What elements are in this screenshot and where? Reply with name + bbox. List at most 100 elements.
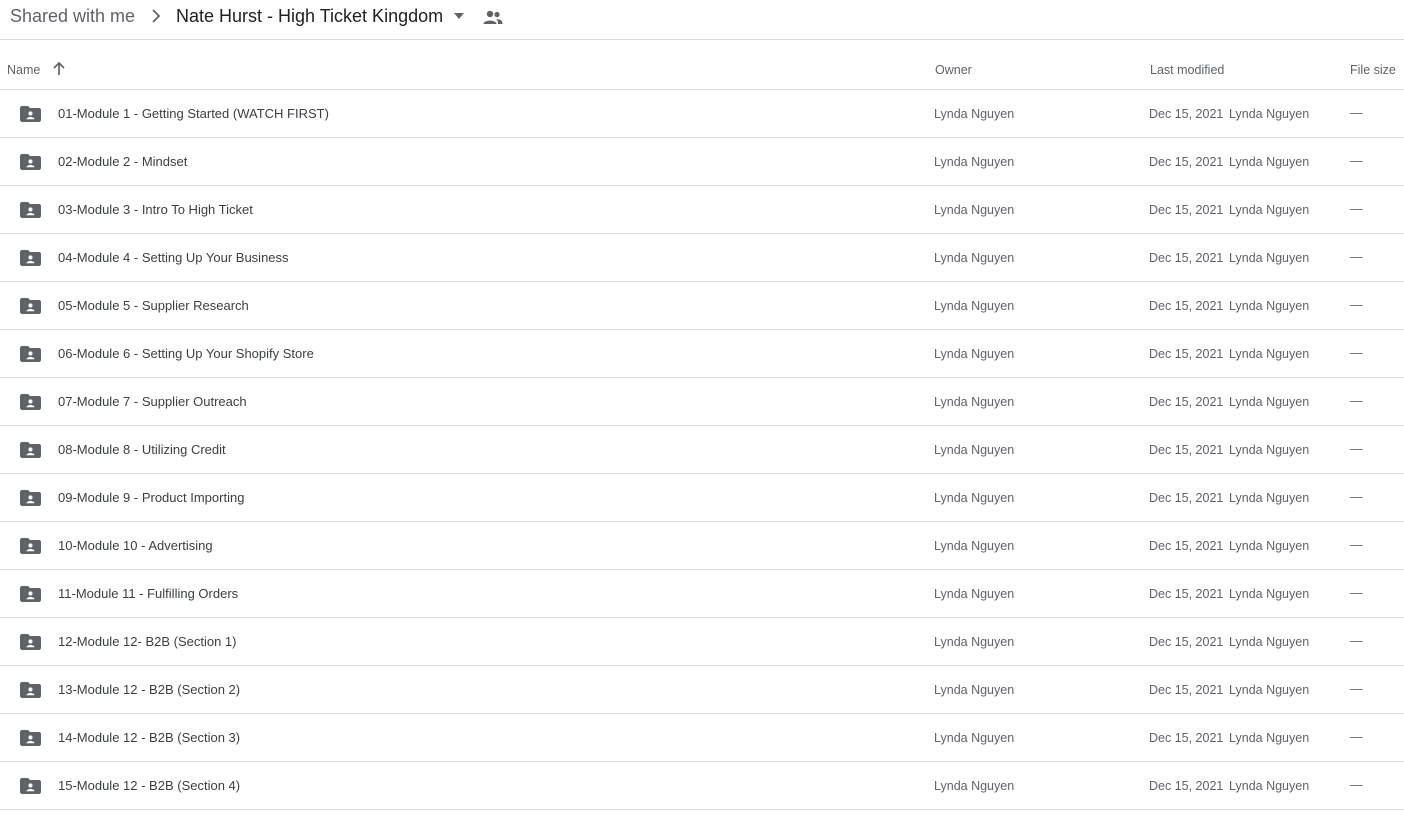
file-size: —: [1350, 106, 1363, 120]
file-modified-by: Lynda Nguyen: [1229, 443, 1310, 457]
file-modified-by: Lynda Nguyen: [1229, 395, 1310, 409]
file-name: 11-Module 11 - Fulfilling Orders: [58, 586, 239, 601]
file-owner: Lynda Nguyen: [934, 539, 1015, 553]
file-size: —: [1350, 490, 1363, 504]
file-owner: Lynda Nguyen: [934, 635, 1015, 649]
shared-folder-icon: [20, 346, 41, 362]
shared-folder-icon: [20, 538, 41, 554]
file-list-header: Name Owner Last modified File size: [0, 41, 1404, 90]
shared-folder-icon: [20, 106, 41, 122]
table-row[interactable]: 04-Module 4 - Setting Up Your Business L…: [0, 234, 1404, 282]
file-size: —: [1350, 346, 1363, 360]
file-name: 15-Module 12 - B2B (Section 4): [58, 778, 241, 793]
file-owner: Lynda Nguyen: [934, 731, 1015, 745]
table-row[interactable]: 12-Module 12- B2B (Section 1) Lynda Nguy…: [0, 618, 1404, 666]
file-owner: Lynda Nguyen: [934, 251, 1015, 265]
breadcrumb-shared-with-me[interactable]: Shared with me: [10, 5, 135, 27]
file-owner: Lynda Nguyen: [934, 395, 1015, 409]
file-owner: Lynda Nguyen: [934, 347, 1015, 361]
shared-folder-icon: [20, 682, 41, 698]
file-size: —: [1350, 730, 1363, 744]
shared-folder-icon: [20, 442, 41, 458]
table-row[interactable]: 03-Module 3 - Intro To High Ticket Lynda…: [0, 186, 1404, 234]
file-modified-by: Lynda Nguyen: [1229, 587, 1310, 601]
column-header-name[interactable]: Name: [7, 62, 40, 78]
file-size: —: [1350, 298, 1363, 312]
file-owner: Lynda Nguyen: [934, 203, 1015, 217]
table-row[interactable]: 08-Module 8 - Utilizing Credit Lynda Ngu…: [0, 426, 1404, 474]
file-modified-date: Dec 15, 2021: [1149, 395, 1224, 409]
file-name: 02-Module 2 - Mindset: [58, 154, 188, 169]
table-row[interactable]: 05-Module 5 - Supplier Research Lynda Ng…: [0, 282, 1404, 330]
table-row[interactable]: 11-Module 11 - Fulfilling Orders Lynda N…: [0, 570, 1404, 618]
column-header-file-size[interactable]: File size: [1350, 62, 1396, 78]
shared-folder-icon: [20, 634, 41, 650]
arrow-drop-down-icon[interactable]: [452, 10, 466, 22]
file-modified-date: Dec 15, 2021: [1149, 299, 1224, 313]
breadcrumb: Shared with me Nate Hurst - High Ticket …: [0, 0, 1404, 40]
arrow-upward-icon[interactable]: [52, 61, 66, 77]
file-modified-by: Lynda Nguyen: [1229, 683, 1310, 697]
file-owner: Lynda Nguyen: [934, 107, 1015, 121]
file-size: —: [1350, 154, 1363, 168]
shared-folder-icon: [20, 730, 41, 746]
file-owner: Lynda Nguyen: [934, 491, 1015, 505]
shared-folder-icon: [20, 202, 41, 218]
chevron-right-icon: [152, 9, 161, 23]
file-modified-by: Lynda Nguyen: [1229, 635, 1310, 649]
file-modified-by: Lynda Nguyen: [1229, 155, 1310, 169]
file-modified-date: Dec 15, 2021: [1149, 683, 1224, 697]
column-header-last-modified[interactable]: Last modified: [1150, 62, 1224, 78]
file-modified-date: Dec 15, 2021: [1149, 731, 1224, 745]
file-owner: Lynda Nguyen: [934, 779, 1015, 793]
file-modified-by: Lynda Nguyen: [1229, 251, 1310, 265]
file-modified-by: Lynda Nguyen: [1229, 347, 1310, 361]
breadcrumb-current-folder[interactable]: Nate Hurst - High Ticket Kingdom: [176, 5, 443, 27]
file-owner: Lynda Nguyen: [934, 299, 1015, 313]
table-row[interactable]: 06-Module 6 - Setting Up Your Shopify St…: [0, 330, 1404, 378]
file-owner: Lynda Nguyen: [934, 155, 1015, 169]
table-row[interactable]: 15-Module 12 - B2B (Section 4) Lynda Ngu…: [0, 762, 1404, 810]
file-modified-by: Lynda Nguyen: [1229, 539, 1310, 553]
file-name: 12-Module 12- B2B (Section 1): [58, 634, 237, 649]
people-icon[interactable]: [482, 8, 504, 26]
file-modified-date: Dec 15, 2021: [1149, 539, 1224, 553]
file-modified-date: Dec 15, 2021: [1149, 635, 1224, 649]
table-row[interactable]: 10-Module 10 - Advertising Lynda Nguyen …: [0, 522, 1404, 570]
file-modified-by: Lynda Nguyen: [1229, 299, 1310, 313]
file-name: 07-Module 7 - Supplier Outreach: [58, 394, 247, 409]
file-modified-date: Dec 15, 2021: [1149, 203, 1224, 217]
file-size: —: [1350, 442, 1363, 456]
file-modified-by: Lynda Nguyen: [1229, 731, 1310, 745]
file-name: 10-Module 10 - Advertising: [58, 538, 213, 553]
table-row[interactable]: 01-Module 1 - Getting Started (WATCH FIR…: [0, 90, 1404, 138]
file-modified-date: Dec 15, 2021: [1149, 779, 1224, 793]
file-name: 13-Module 12 - B2B (Section 2): [58, 682, 241, 697]
shared-folder-icon: [20, 778, 41, 794]
table-row[interactable]: 07-Module 7 - Supplier Outreach Lynda Ng…: [0, 378, 1404, 426]
table-row[interactable]: 13-Module 12 - B2B (Section 2) Lynda Ngu…: [0, 666, 1404, 714]
file-size: —: [1350, 778, 1363, 792]
file-size: —: [1350, 538, 1363, 552]
file-modified-by: Lynda Nguyen: [1229, 107, 1310, 121]
file-name: 03-Module 3 - Intro To High Ticket: [58, 202, 253, 217]
file-list: 01-Module 1 - Getting Started (WATCH FIR…: [0, 90, 1404, 810]
file-size: —: [1350, 202, 1363, 216]
file-size: —: [1350, 394, 1363, 408]
table-row[interactable]: 02-Module 2 - Mindset Lynda Nguyen Dec 1…: [0, 138, 1404, 186]
file-modified-date: Dec 15, 2021: [1149, 347, 1224, 361]
table-row[interactable]: 09-Module 9 - Product Importing Lynda Ng…: [0, 474, 1404, 522]
file-owner: Lynda Nguyen: [934, 587, 1015, 601]
file-modified-date: Dec 15, 2021: [1149, 107, 1224, 121]
file-modified-date: Dec 15, 2021: [1149, 443, 1224, 457]
file-modified-by: Lynda Nguyen: [1229, 203, 1310, 217]
file-name: 08-Module 8 - Utilizing Credit: [58, 442, 226, 457]
file-size: —: [1350, 586, 1363, 600]
shared-folder-icon: [20, 298, 41, 314]
column-header-owner[interactable]: Owner: [935, 62, 972, 78]
file-size: —: [1350, 682, 1363, 696]
table-row[interactable]: 14-Module 12 - B2B (Section 3) Lynda Ngu…: [0, 714, 1404, 762]
file-name: 01-Module 1 - Getting Started (WATCH FIR…: [58, 106, 329, 121]
shared-folder-icon: [20, 586, 41, 602]
file-modified-date: Dec 15, 2021: [1149, 251, 1224, 265]
